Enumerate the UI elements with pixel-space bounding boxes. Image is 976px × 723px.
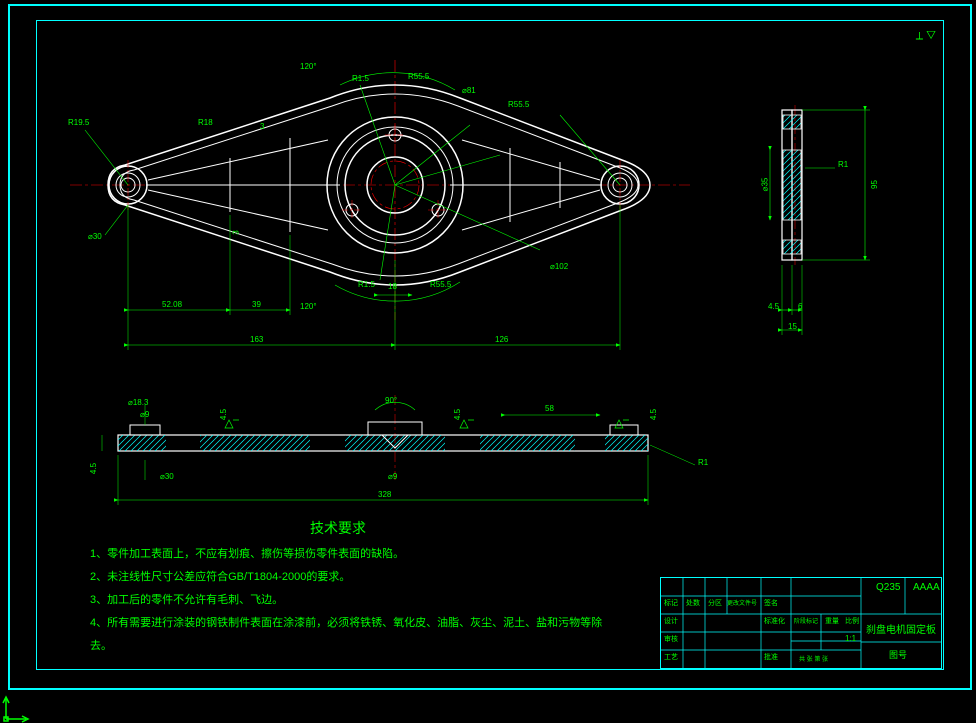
- dim-d30: ⌀30: [88, 232, 102, 241]
- dim-r18: R18: [198, 118, 213, 127]
- tech-req-3: 3、加工后的零件不允许有毛刺、飞边。: [90, 591, 283, 607]
- tb-doc: 更改文件号: [727, 598, 757, 607]
- dim-d81: ⌀81: [462, 86, 476, 95]
- dim-90: 90°: [385, 396, 397, 405]
- dim-4-5b: 4.5: [219, 409, 228, 420]
- dim-18: 18: [388, 282, 397, 291]
- datum-symbol: ⟂ ▽: [916, 30, 936, 43]
- tech-req-4: 4、所有需要进行涂装的钢铁制件表面在涂漆前，必须将铁锈、氧化皮、油脂、灰尘、泥土…: [90, 614, 602, 630]
- dim-r1-side: R1: [838, 160, 848, 169]
- dim-rib3: 3: [260, 122, 264, 131]
- dim-ang120b: 120°: [300, 302, 317, 311]
- dim-rib3b: 3: [232, 230, 241, 234]
- dim-15: 15: [788, 322, 797, 331]
- tech-req-title: 技术要求: [310, 518, 366, 538]
- dim-d102: ⌀102: [550, 262, 568, 271]
- tech-req-1: 1、零件加工表面上，不应有划痕、擦伤等损伤零件表面的缺陷。: [90, 545, 404, 561]
- dim-r19-5: R19.5: [68, 118, 89, 127]
- tb-wt: 重量: [825, 616, 839, 626]
- dim-ang120a: 120°: [300, 62, 317, 71]
- dim-328: 328: [378, 490, 391, 499]
- title-block: 标记 处数 分区 更改文件号 签名 设计 标准化 阶段标记 重量 比例 1:1 …: [660, 577, 942, 669]
- dim-6: 6: [798, 302, 802, 311]
- tb-stage: 阶段标记: [794, 616, 818, 625]
- tech-req-2: 2、未注线性尺寸公差应符合GB/T1804-2000的要求。: [90, 568, 350, 584]
- tb-zone: 分区: [708, 598, 722, 608]
- dim-163: 163: [250, 335, 263, 344]
- dim-39: 39: [252, 300, 261, 309]
- tb-check: 审核: [664, 634, 678, 644]
- dim-4-5a: 4.5: [89, 463, 98, 474]
- tb-marker: 标记: [664, 598, 678, 608]
- dim-r55b: R55.5: [508, 100, 529, 109]
- dim-58: 58: [545, 404, 554, 413]
- dim-d18-3: ⌀18.3: [128, 398, 148, 407]
- tb-material: Q235: [876, 582, 900, 593]
- dim-r1b: R1: [698, 458, 708, 467]
- cad-canvas: ⟂ ▽: [0, 0, 976, 695]
- dim-4-5c: 4.5: [453, 409, 462, 420]
- dim-r55a: R55.5: [408, 72, 429, 81]
- tb-proc: 工艺: [664, 652, 678, 662]
- dim-4-5d: 4.5: [649, 409, 658, 420]
- tb-appr: 批准: [764, 652, 778, 662]
- tb-company: AAAA: [913, 582, 940, 593]
- tb-scale: 1:1: [845, 634, 856, 643]
- tb-std: 标准化: [764, 616, 785, 626]
- dim-4-5s: 4.5: [768, 302, 779, 311]
- dim-d30b: ⌀30: [160, 472, 174, 481]
- tb-design: 设计: [664, 616, 678, 626]
- dim-d9a: ⌀9: [140, 410, 149, 419]
- dim-d9b: ⌀9: [388, 472, 397, 481]
- tech-req-4b: 去。: [90, 637, 112, 653]
- tb-qty: 处数: [686, 598, 700, 608]
- dim-r1-5b: R1.5: [358, 280, 375, 289]
- dim-r55c: R55.5: [430, 280, 451, 289]
- tb-scale-lbl: 比例: [845, 616, 859, 626]
- tb-partname: 刹盘电机固定板: [866, 621, 936, 636]
- dim-r1-5a: R1.5: [352, 74, 369, 83]
- tb-dwgno: 图号: [889, 648, 907, 661]
- dim-126: 126: [495, 335, 508, 344]
- dim-d35: ⌀35: [760, 178, 769, 192]
- tb-sign: 签名: [764, 598, 778, 608]
- tb-sheet: 共 张 第 张: [799, 654, 828, 663]
- dim-52: 52.08: [162, 300, 182, 309]
- dim-95: 95: [870, 180, 879, 189]
